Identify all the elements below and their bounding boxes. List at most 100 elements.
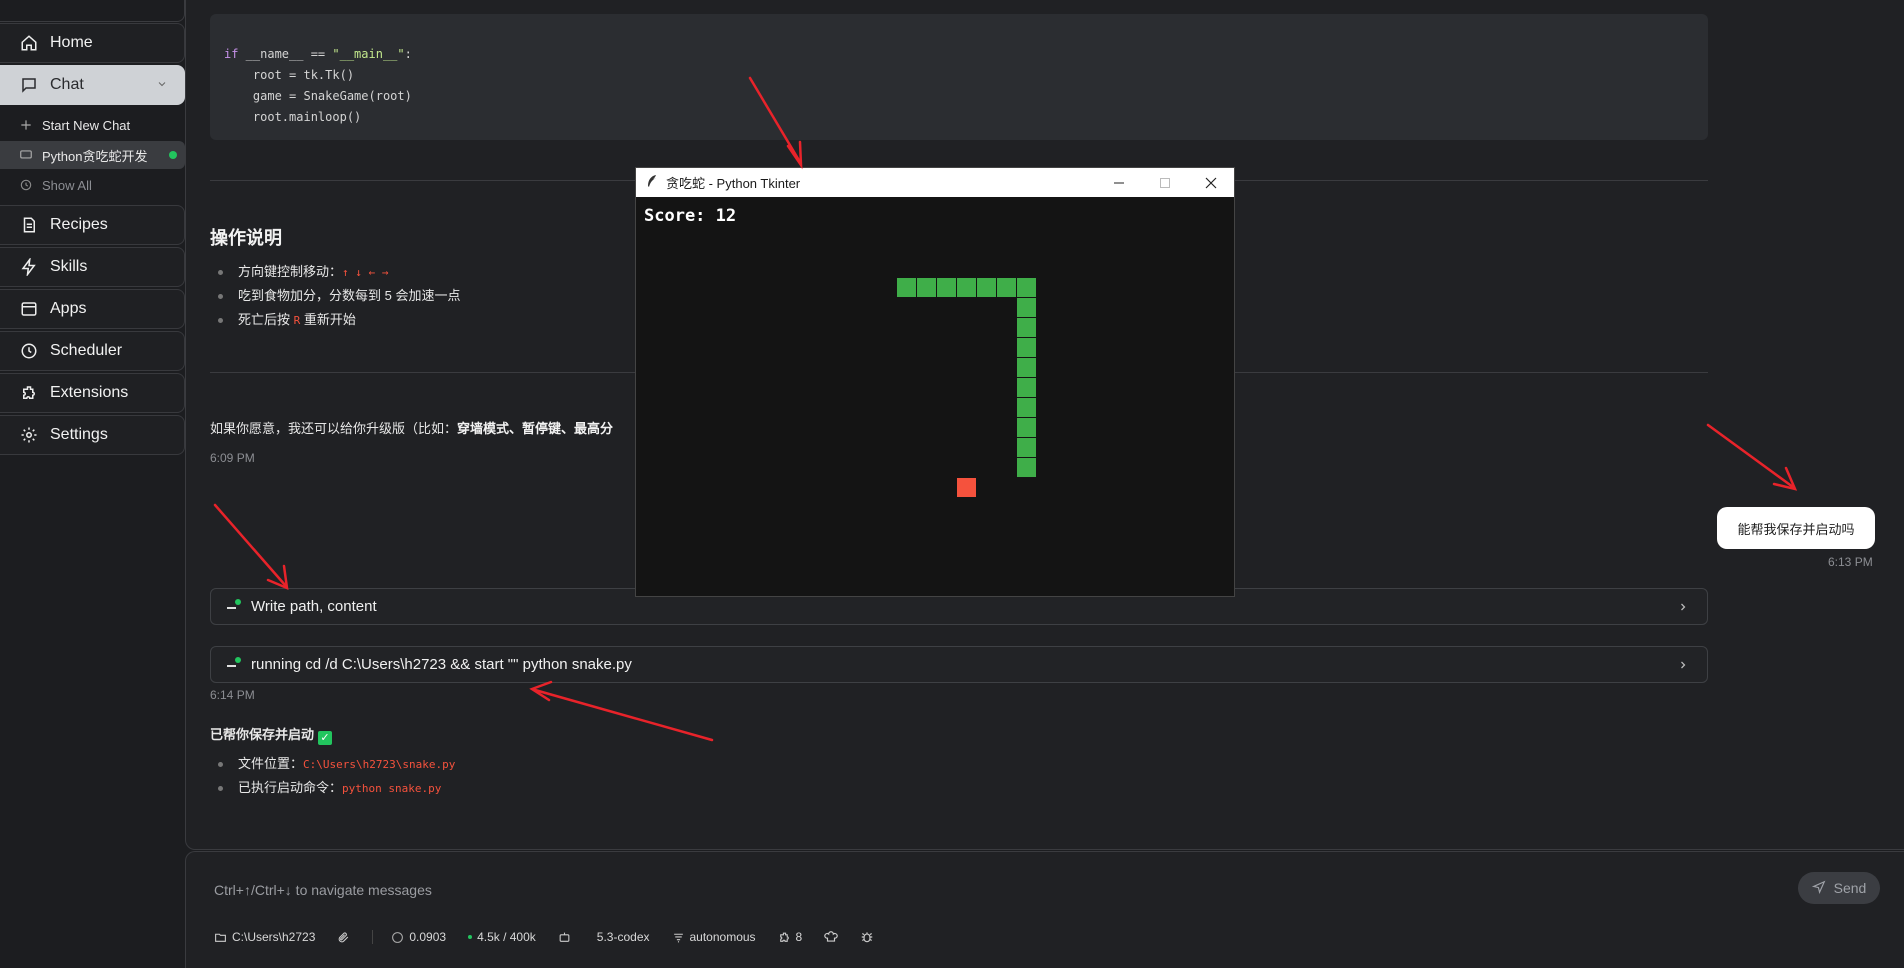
snake-segment <box>977 278 996 297</box>
inline-code: C:\Users\h2723\snake.py <box>303 758 456 771</box>
user-message-bubble: 能帮我保存并启动吗 <box>1717 507 1875 549</box>
message-timestamp: 6:14 PM <box>210 688 255 702</box>
token-usage-value: 4.5k / 400k <box>477 930 536 944</box>
chevron-right-icon[interactable] <box>1677 658 1689 675</box>
sidebar-item-extensions[interactable]: Extensions <box>0 373 185 413</box>
list-item: 已执行启动命令：python snake.py <box>210 776 455 800</box>
list-item-text: 方向键控制移动： <box>238 264 343 279</box>
inline-code: python snake.py <box>342 782 442 795</box>
message-input[interactable]: Ctrl+↑/Ctrl+↓ to navigate messages <box>214 882 432 898</box>
debug-button[interactable] <box>860 930 874 944</box>
status-separator <box>372 930 374 944</box>
snake-segment <box>1017 458 1036 477</box>
code-keyword: if <box>224 47 239 61</box>
list-item-text: 死亡后按 <box>238 312 294 327</box>
tool-call-label: Write path, content <box>251 598 377 615</box>
upgrade-text-prefix: 如果你愿意，我还可以给你升级版（比如： <box>210 421 458 436</box>
snake-segment <box>1017 358 1036 377</box>
sidebar-top-edge <box>0 0 185 22</box>
puzzle-icon <box>779 932 789 942</box>
snake-game-window[interactable]: 贪吃蛇 - Python Tkinter Score: 12 <box>635 167 1235 597</box>
code-block: if __name__ == "__main__": root = tk.Tk(… <box>210 14 1708 140</box>
snake-segment <box>937 278 956 297</box>
list-item: 吃到食物加分，分数每到 5 会加速一点 <box>210 284 460 308</box>
mode-icon <box>673 933 683 942</box>
snake-segment <box>1017 338 1036 357</box>
list-item-text: 已执行启动命令： <box>238 780 343 795</box>
minimize-button[interactable] <box>1096 168 1142 197</box>
terminal-status-icon <box>225 655 245 675</box>
working-dir-label: C:\Users\h2723 <box>232 930 316 944</box>
message-timestamp: 6:13 PM <box>1828 555 1873 569</box>
sidebar-item-label: Apps <box>50 300 87 317</box>
chat-session-current[interactable]: Python贪吃蛇开发 <box>0 141 185 169</box>
list-item-text: 吃到食物加分，分数每到 5 会加速一点 <box>238 288 461 303</box>
snake-segment <box>1017 398 1036 417</box>
snake-segment <box>1017 438 1036 457</box>
bot-icon <box>559 932 570 942</box>
tool-call-label: running cd /d C:\Users\h2723 && start ""… <box>251 656 632 673</box>
attach-button[interactable] <box>337 931 350 944</box>
sidebar-item-skills[interactable]: Skills <box>0 247 185 287</box>
send-label: Send <box>1833 880 1867 896</box>
sidebar-item-label: Scheduler <box>50 342 123 359</box>
extensions-count[interactable]: 8 <box>778 930 803 944</box>
sidebar-item-home[interactable]: Home <box>0 23 185 63</box>
folder-icon <box>215 933 226 942</box>
code-line: root = tk.Tk() <box>224 68 355 82</box>
sidebar-item-chat[interactable]: Chat <box>0 65 185 105</box>
sidebar-item-recipes[interactable]: Recipes <box>0 205 185 245</box>
snake-segment <box>1017 418 1036 437</box>
code-line: root.mainloop() <box>224 110 362 124</box>
active-session-dot <box>169 151 177 159</box>
start-new-chat-label: Start New Chat <box>42 117 131 133</box>
maximize-button[interactable] <box>1142 168 1188 197</box>
chevron-right-icon[interactable] <box>1677 600 1689 617</box>
sidebar-item-settings[interactable]: Settings <box>0 415 185 455</box>
code-string: "__main__" <box>332 47 405 61</box>
paperclip-icon <box>339 931 349 942</box>
snake-segment <box>917 278 936 297</box>
cost-indicator: 0.0903 <box>391 930 446 944</box>
result-title-text: 已帮你保存并启动 <box>210 727 315 742</box>
send-button[interactable]: Send <box>1798 872 1880 904</box>
list-item-text: 重新开始 <box>300 312 356 327</box>
skills-icon <box>18 256 40 278</box>
sidebar-item-label: Extensions <box>50 384 129 401</box>
clock-icon <box>18 340 40 362</box>
working-dir[interactable]: C:\Users\h2723 <box>214 930 315 944</box>
score-label: Score: 12 <box>644 206 737 226</box>
cost-value: 0.0903 <box>409 930 447 944</box>
sidebar-item-apps[interactable]: Apps <box>0 289 185 329</box>
code-line: if __name__ == "__main__": <box>224 44 1694 65</box>
token-status-dot <box>468 935 473 939</box>
model-selector[interactable]: 5.3-codex <box>558 930 650 944</box>
sidebar: Home Chat Start New Chat Python贪吃蛇开发 Sho… <box>0 0 185 968</box>
close-button[interactable] <box>1188 168 1234 197</box>
message-timestamp: 6:09 PM <box>210 451 255 465</box>
extensions-count-value: 8 <box>795 930 803 944</box>
send-icon <box>1811 880 1826 897</box>
food <box>957 478 976 497</box>
tool-call-run[interactable]: running cd /d C:\Users\h2723 && start ""… <box>210 646 1708 683</box>
sidebar-item-label: Settings <box>50 426 108 443</box>
game-board[interactable] <box>636 197 1234 596</box>
upgrade-text-bold: 穿墙模式、暂停键、最高分 <box>457 421 614 436</box>
code-line: game = SnakeGame(root) <box>224 89 412 103</box>
mode-selector[interactable]: autonomous <box>672 930 756 944</box>
window-titlebar[interactable]: 贪吃蛇 - Python Tkinter <box>636 168 1234 197</box>
status-bar: C:\Users\h2723 0.0903 4.5k / 400k 5.3-co… <box>214 927 896 947</box>
chevron-down-icon[interactable] <box>156 77 168 95</box>
snake-segment <box>997 278 1016 297</box>
recipe-button[interactable] <box>824 930 838 944</box>
check-icon: ✓ <box>318 731 333 745</box>
show-all-chats[interactable]: Show All <box>0 171 185 199</box>
inline-code: ↑ ↓ ← → <box>342 266 389 279</box>
sidebar-item-label: Chat <box>50 76 84 93</box>
snake-head <box>897 278 916 297</box>
start-new-chat[interactable]: Start New Chat <box>0 111 185 139</box>
feather-icon <box>646 174 658 191</box>
sidebar-item-scheduler[interactable]: Scheduler <box>0 331 185 371</box>
plus-icon <box>18 117 34 133</box>
window-title: 贪吃蛇 - Python Tkinter <box>666 176 801 191</box>
